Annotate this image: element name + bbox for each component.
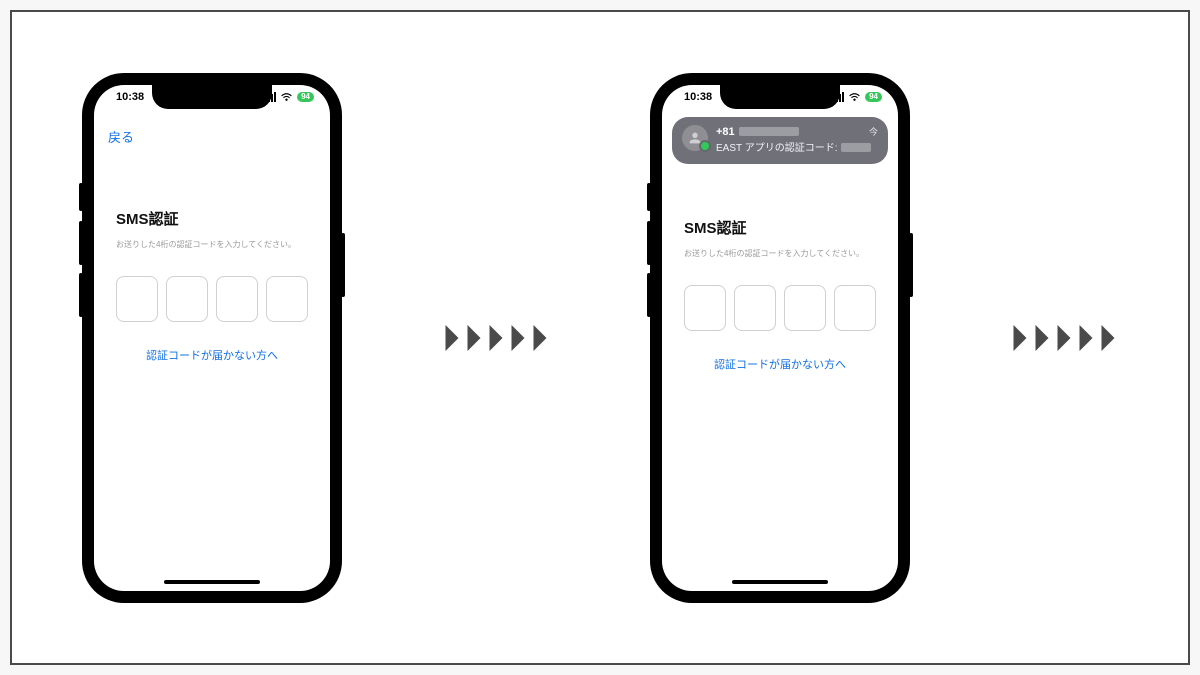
- chevron-right-icon: [1098, 325, 1118, 351]
- status-time: 10:38: [110, 91, 144, 103]
- code-inputs: [684, 285, 876, 331]
- notch: [720, 85, 840, 109]
- phone-1: 10:38 94 戻る SMS認証 お送りした4桁の認証コードを入力してください…: [82, 73, 342, 603]
- chevron-right-icon: [442, 325, 462, 351]
- chevron-right-icon: [464, 325, 484, 351]
- page-subtitle: お送りした4桁の認証コードを入力してください。: [684, 248, 876, 259]
- phone-screen: 10:38 94 戻る SMS認証 お送りした4桁の認証コードを入力してください…: [94, 85, 330, 591]
- code-input-1[interactable]: [684, 285, 726, 331]
- notification-message: EAST アプリの認証コード:: [716, 139, 878, 154]
- sms-notification[interactable]: +81 今 EAST アプリの認証コード:: [672, 117, 888, 164]
- page-title: SMS認証: [116, 208, 308, 229]
- home-indicator: [732, 580, 828, 584]
- code-input-4[interactable]: [834, 285, 876, 331]
- volume-down-button: [647, 273, 651, 317]
- chevron-right-icon: [1054, 325, 1074, 351]
- phone-frame: 10:38 94 戻る SMS認証 お送りした4桁の認証コードを入力してください…: [82, 73, 342, 603]
- chevron-right-icon: [530, 325, 550, 351]
- notification-time: 今: [869, 125, 878, 138]
- chevron-right-icon: [1010, 325, 1030, 351]
- mute-switch: [79, 183, 83, 211]
- arrow-chevrons-2: [1010, 325, 1118, 351]
- arrow-chevrons-1: [442, 325, 550, 351]
- status-icons: 94: [833, 91, 882, 104]
- code-input-4[interactable]: [266, 276, 308, 322]
- status-time: 10:38: [678, 91, 712, 103]
- power-button: [909, 233, 913, 297]
- page-title: SMS認証: [684, 217, 876, 238]
- messages-badge-icon: [699, 140, 711, 152]
- power-button: [341, 233, 345, 297]
- phone-screen: 10:38 94: [662, 85, 898, 591]
- battery-icon: 94: [297, 92, 314, 102]
- chevron-right-icon: [1076, 325, 1096, 351]
- code-input-2[interactable]: [734, 285, 776, 331]
- code-input-3[interactable]: [784, 285, 826, 331]
- chevron-right-icon: [508, 325, 528, 351]
- battery-icon: 94: [865, 92, 882, 102]
- home-indicator: [164, 580, 260, 584]
- wifi-icon: [280, 91, 293, 104]
- help-link[interactable]: 認証コードが届かない方へ: [714, 359, 846, 371]
- mute-switch: [647, 183, 651, 211]
- chevron-right-icon: [1032, 325, 1052, 351]
- chevron-right-icon: [486, 325, 506, 351]
- notification-sender: +81: [716, 126, 799, 138]
- back-button[interactable]: 戻る: [94, 121, 330, 152]
- status-icons: 94: [265, 91, 314, 104]
- volume-up-button: [647, 221, 651, 265]
- code-input-2[interactable]: [166, 276, 208, 322]
- notification-body: +81 今 EAST アプリの認証コード:: [716, 125, 878, 154]
- help-link[interactable]: 認証コードが届かない方へ: [146, 350, 278, 362]
- volume-down-button: [79, 273, 83, 317]
- code-input-1[interactable]: [116, 276, 158, 322]
- code-input-3[interactable]: [216, 276, 258, 322]
- page-subtitle: お送りした4桁の認証コードを入力してください。: [116, 239, 308, 250]
- volume-up-button: [79, 221, 83, 265]
- diagram-canvas: 10:38 94 戻る SMS認証 お送りした4桁の認証コードを入力してください…: [10, 10, 1190, 665]
- phone-2: 10:38 94: [650, 73, 910, 603]
- notch: [152, 85, 272, 109]
- phone-frame: 10:38 94: [650, 73, 910, 603]
- wifi-icon: [848, 91, 861, 104]
- app-content: 戻る SMS認証 お送りした4桁の認証コードを入力してください。 認証コードが届…: [94, 85, 330, 591]
- contact-avatar-icon: [682, 125, 708, 151]
- code-inputs: [116, 276, 308, 322]
